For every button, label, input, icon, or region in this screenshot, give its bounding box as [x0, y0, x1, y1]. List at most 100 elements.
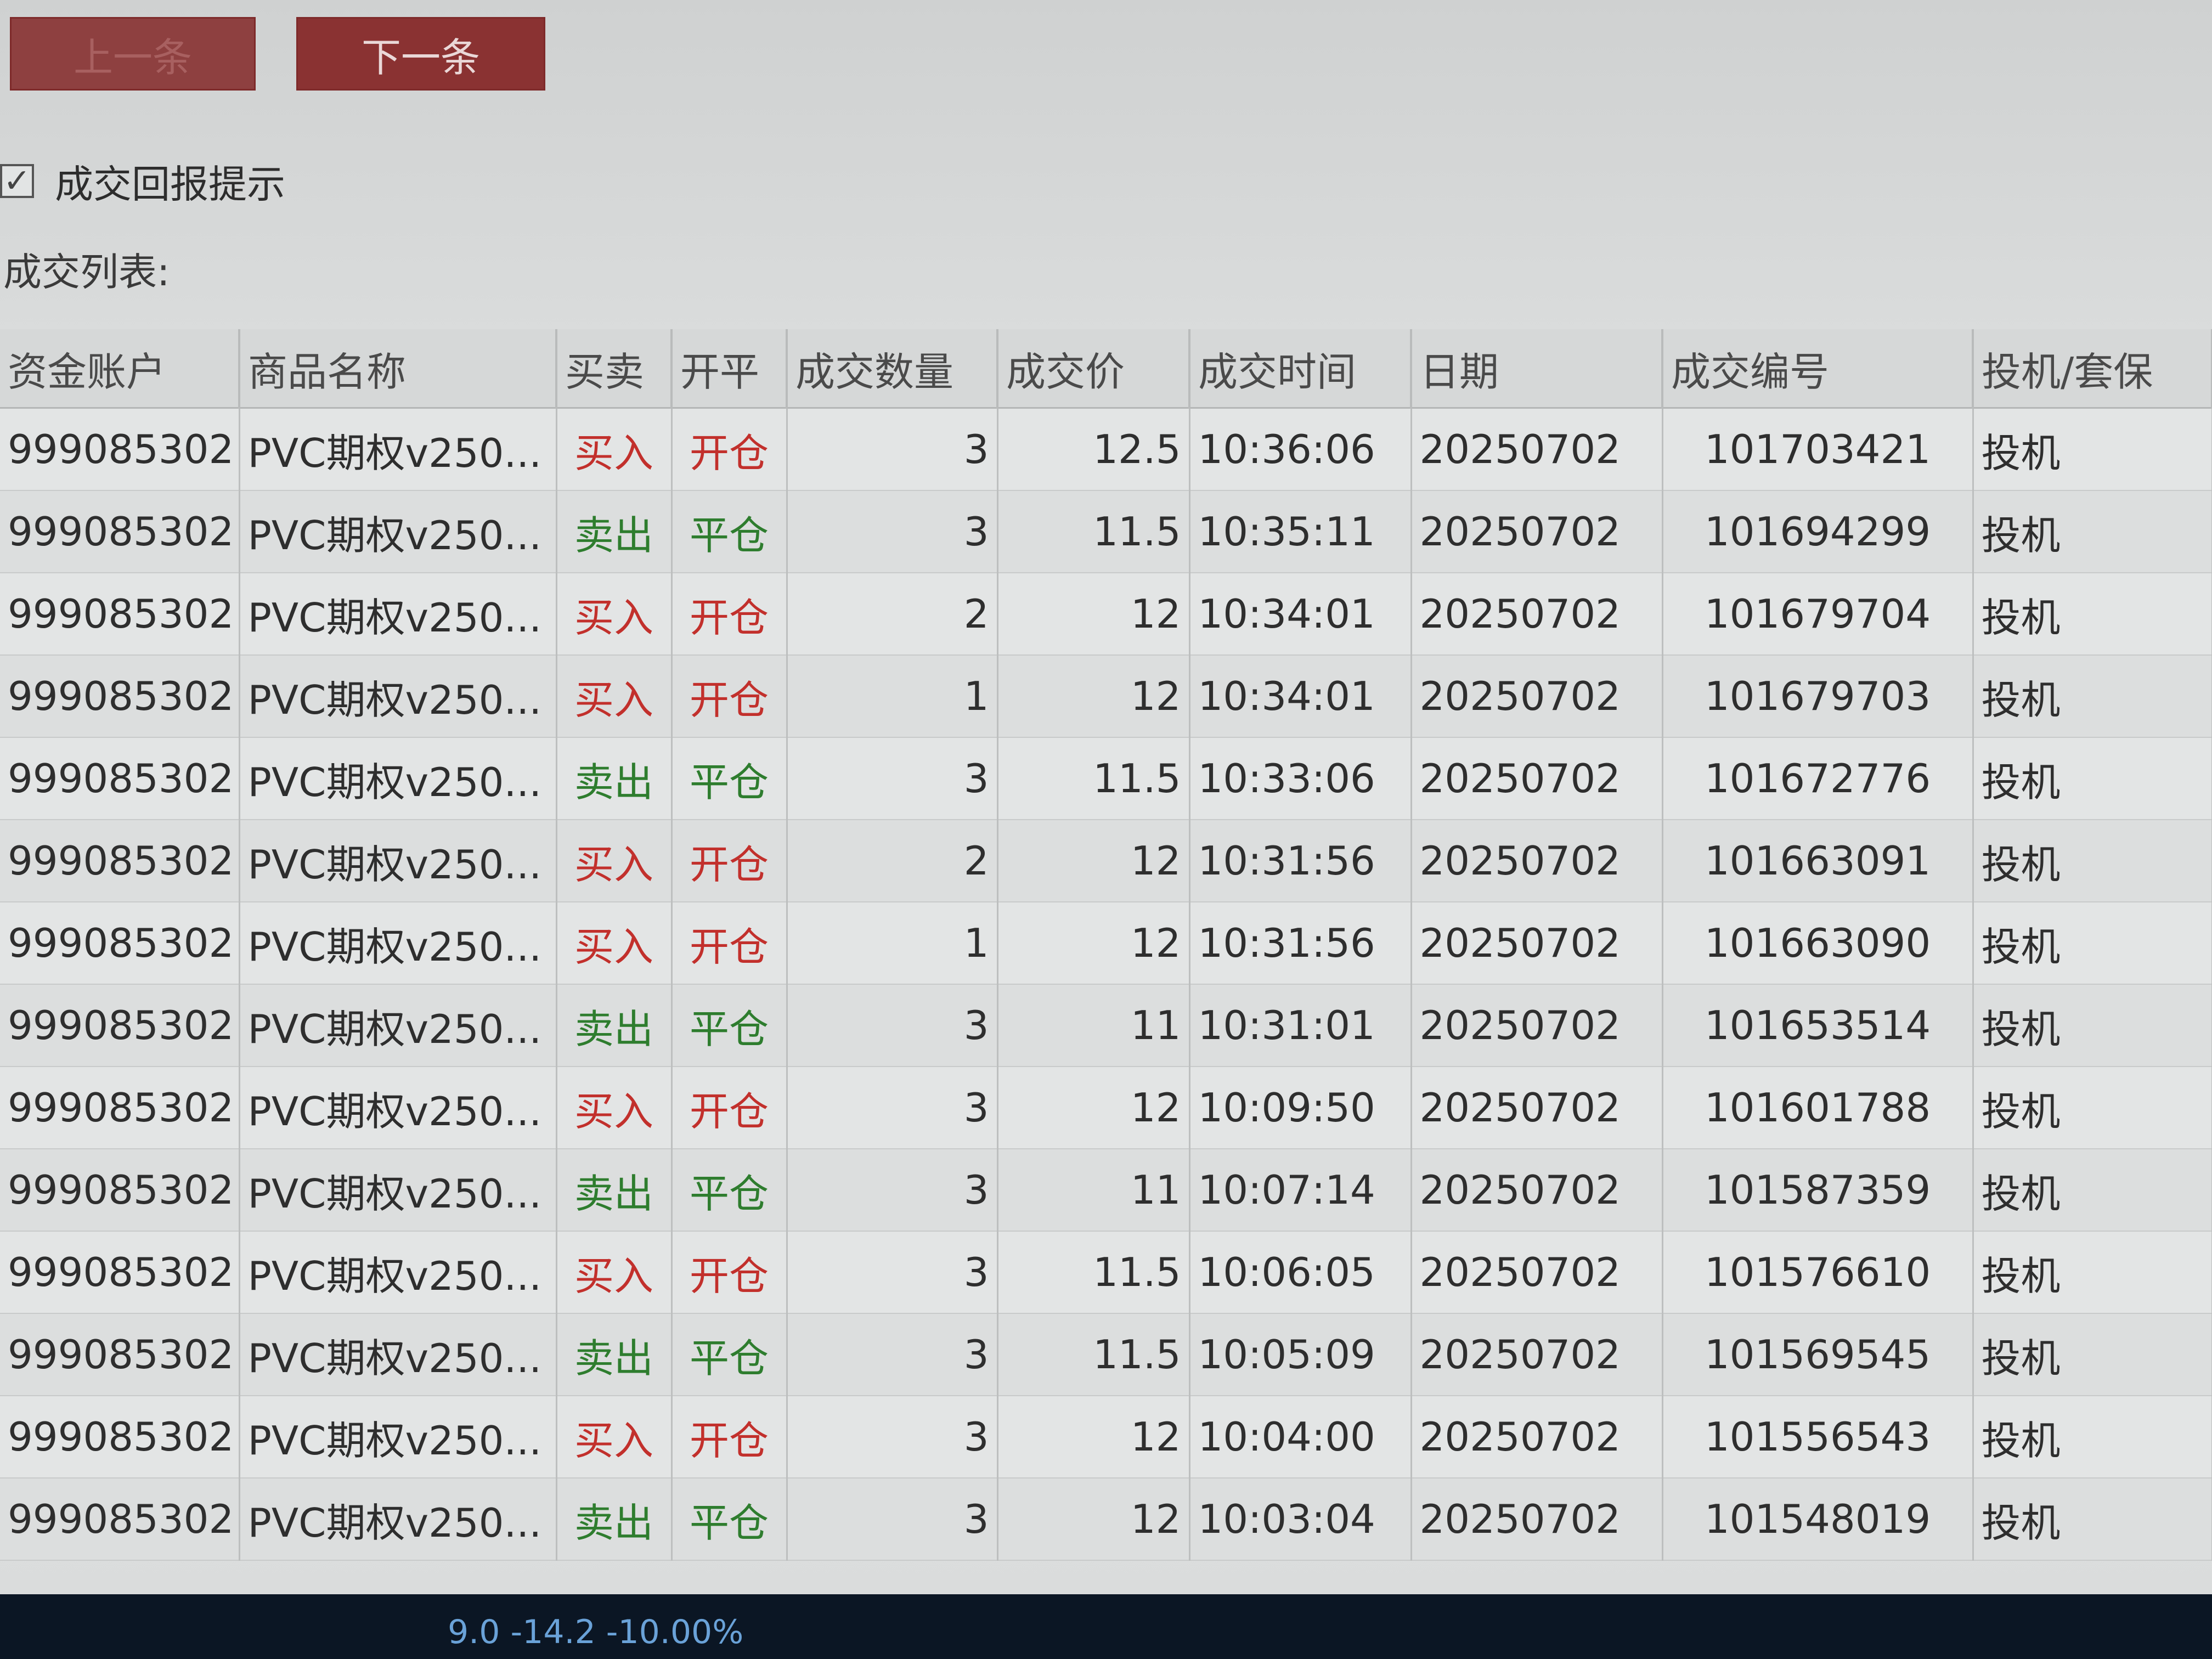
cell-account: 999085302 — [0, 655, 240, 738]
col-header-time[interactable]: 成交时间 — [1189, 329, 1412, 409]
table-row[interactable]: 999085302 PVC期权v250... 买入 开仓 2 12 10:34:01 2025… — [0, 573, 2212, 656]
cell-time: 10:06:05 — [1189, 1231, 1412, 1314]
cell-price: 12 — [997, 902, 1190, 985]
cell-qty: 3 — [787, 1478, 998, 1561]
cell-account: 999085302 — [0, 1396, 240, 1479]
cell-side: 买入 — [556, 655, 673, 738]
cell-openclose: 平仓 — [672, 737, 788, 820]
col-header-openclose[interactable]: 开平 — [672, 329, 788, 409]
cell-trade-id: 101672776 — [1662, 737, 1974, 820]
cell-openclose: 开仓 — [672, 573, 788, 656]
cell-price: 12 — [997, 655, 1190, 738]
cell-qty: 2 — [787, 573, 998, 656]
cell-hedge: 投机 — [1973, 408, 2212, 491]
cell-openclose: 开仓 — [672, 655, 788, 738]
cell-hedge: 投机 — [1973, 737, 2212, 820]
table-row[interactable]: 999085302 PVC期权v250... 买入 开仓 3 11.5 10:06:05 20… — [0, 1231, 2212, 1314]
cell-trade-id: 101679703 — [1662, 655, 1974, 738]
prev-record-label: 上一条 — [73, 34, 192, 81]
cell-trade-id: 101679704 — [1662, 573, 1974, 656]
table-row[interactable]: 999085302 PVC期权v250... 买入 开仓 1 12 10:31:56 2025… — [0, 902, 2212, 985]
cell-qty: 2 — [787, 820, 998, 902]
col-header-hedge[interactable]: 投机/套保 — [1973, 329, 2212, 409]
cell-hedge: 投机 — [1973, 573, 2212, 656]
cell-trade-id: 101569545 — [1662, 1313, 1974, 1396]
table-row[interactable]: 999085302 PVC期权v250... 买入 开仓 1 12 10:34:01 2025… — [0, 655, 2212, 738]
trade-window: 上一条 下一条 ✓ 成交回报提示 成交列表: 资金账户 商品名称 买卖 开平 成… — [0, 0, 2212, 1613]
cell-account: 999085302 — [0, 490, 240, 573]
table-row[interactable]: 999085302 PVC期权v250... 卖出 平仓 3 11 10:31:01 2025… — [0, 984, 2212, 1067]
cell-qty: 3 — [787, 408, 998, 491]
cell-trade-id: 101663091 — [1662, 820, 1974, 902]
cell-account: 999085302 — [0, 1149, 240, 1232]
cell-openclose: 开仓 — [672, 1066, 788, 1149]
col-header-qty[interactable]: 成交数量 — [787, 329, 998, 409]
cell-side: 卖出 — [556, 1478, 673, 1561]
cell-qty: 3 — [787, 1396, 998, 1479]
table-row[interactable]: 999085302 PVC期权v250... 卖出 平仓 3 11.5 10:35:11 20… — [0, 490, 2212, 573]
cell-account: 999085302 — [0, 1231, 240, 1314]
col-header-account[interactable]: 资金账户 — [0, 329, 240, 409]
cell-account: 999085302 — [0, 408, 240, 491]
cell-date: 20250702 — [1411, 1231, 1663, 1314]
cell-trade-id: 101548019 — [1662, 1478, 1974, 1561]
cell-time: 10:34:01 — [1189, 573, 1412, 656]
cell-trade-id: 101663090 — [1662, 902, 1974, 985]
checkmark-icon: ✓ — [3, 162, 31, 200]
table-row[interactable]: 999085302 PVC期权v250... 卖出 平仓 3 11 10:07:14 2025… — [0, 1149, 2212, 1232]
cell-side: 买入 — [556, 1231, 673, 1314]
cell-trade-id: 101601788 — [1662, 1066, 1974, 1149]
prev-record-button[interactable]: 上一条 — [10, 17, 256, 91]
table-row[interactable]: 999085302 PVC期权v250... 买入 开仓 3 12 10:04:00 2025… — [0, 1396, 2212, 1479]
cell-qty: 3 — [787, 1313, 998, 1396]
cell-openclose: 平仓 — [672, 984, 788, 1067]
next-record-button[interactable]: 下一条 — [296, 17, 545, 91]
cell-date: 20250702 — [1411, 737, 1663, 820]
cell-qty: 1 — [787, 655, 998, 738]
cell-time: 10:36:06 — [1189, 408, 1412, 491]
cell-openclose: 平仓 — [672, 1478, 788, 1561]
cell-product: PVC期权v250... — [239, 1149, 557, 1232]
col-header-date[interactable]: 日期 — [1411, 329, 1663, 409]
cell-price: 11 — [997, 984, 1190, 1067]
cell-qty: 3 — [787, 737, 998, 820]
cell-price: 12 — [997, 573, 1190, 656]
table-header-row: 资金账户 商品名称 买卖 开平 成交数量 成交价 成交时间 日期 成交编号 投机… — [0, 329, 2212, 409]
cell-openclose: 开仓 — [672, 902, 788, 985]
cell-date: 20250702 — [1411, 1066, 1663, 1149]
table-row[interactable]: 999085302 PVC期权v250... 卖出 平仓 3 12 10:03:04 2025… — [0, 1478, 2212, 1561]
trade-notify-option[interactable]: ✓ 成交回报提示 — [0, 154, 285, 208]
cell-price: 11.5 — [997, 490, 1190, 573]
cell-time: 10:07:14 — [1189, 1149, 1412, 1232]
table-row[interactable]: 999085302 PVC期权v250... 买入 开仓 2 12 10:31:56 2025… — [0, 820, 2212, 902]
cell-time: 10:31:56 — [1189, 820, 1412, 902]
cell-date: 20250702 — [1411, 573, 1663, 656]
cell-product: PVC期权v250... — [239, 1066, 557, 1149]
cell-price: 11 — [997, 1149, 1190, 1232]
trade-notify-checkbox[interactable]: ✓ — [0, 162, 34, 200]
col-header-trade-id[interactable]: 成交编号 — [1662, 329, 1974, 409]
cell-product: PVC期权v250... — [239, 1231, 557, 1314]
cell-qty: 3 — [787, 984, 998, 1067]
cell-product: PVC期权v250... — [239, 902, 557, 985]
table-row[interactable]: 999085302 PVC期权v250... 买入 开仓 3 12 10:09:50 2025… — [0, 1066, 2212, 1149]
col-header-price[interactable]: 成交价 — [997, 329, 1190, 409]
col-header-product[interactable]: 商品名称 — [239, 329, 557, 409]
cell-price: 11.5 — [997, 1313, 1190, 1396]
table-row[interactable]: 999085302 PVC期权v250... 买入 开仓 3 12.5 10:36:06 20… — [0, 408, 2212, 491]
col-header-side[interactable]: 买卖 — [556, 329, 673, 409]
cell-hedge: 投机 — [1973, 1149, 2212, 1232]
cell-product: PVC期权v250... — [239, 1478, 557, 1561]
cell-product: PVC期权v250... — [239, 655, 557, 738]
cell-product: PVC期权v250... — [239, 984, 557, 1067]
table-row[interactable]: 999085302 PVC期权v250... 卖出 平仓 3 11.5 10:05:09 20… — [0, 1313, 2212, 1396]
cell-time: 10:34:01 — [1189, 655, 1412, 738]
cell-time: 10:31:56 — [1189, 902, 1412, 985]
table-row[interactable]: 999085302 PVC期权v250... 卖出 平仓 3 11.5 10:33:06 20… — [0, 737, 2212, 820]
next-record-label: 下一条 — [361, 34, 480, 81]
cell-hedge: 投机 — [1973, 1231, 2212, 1314]
cell-trade-id: 101703421 — [1662, 408, 1974, 491]
cell-product: PVC期权v250... — [239, 408, 557, 491]
cell-hedge: 投机 — [1973, 490, 2212, 573]
cell-openclose: 开仓 — [672, 1396, 788, 1479]
